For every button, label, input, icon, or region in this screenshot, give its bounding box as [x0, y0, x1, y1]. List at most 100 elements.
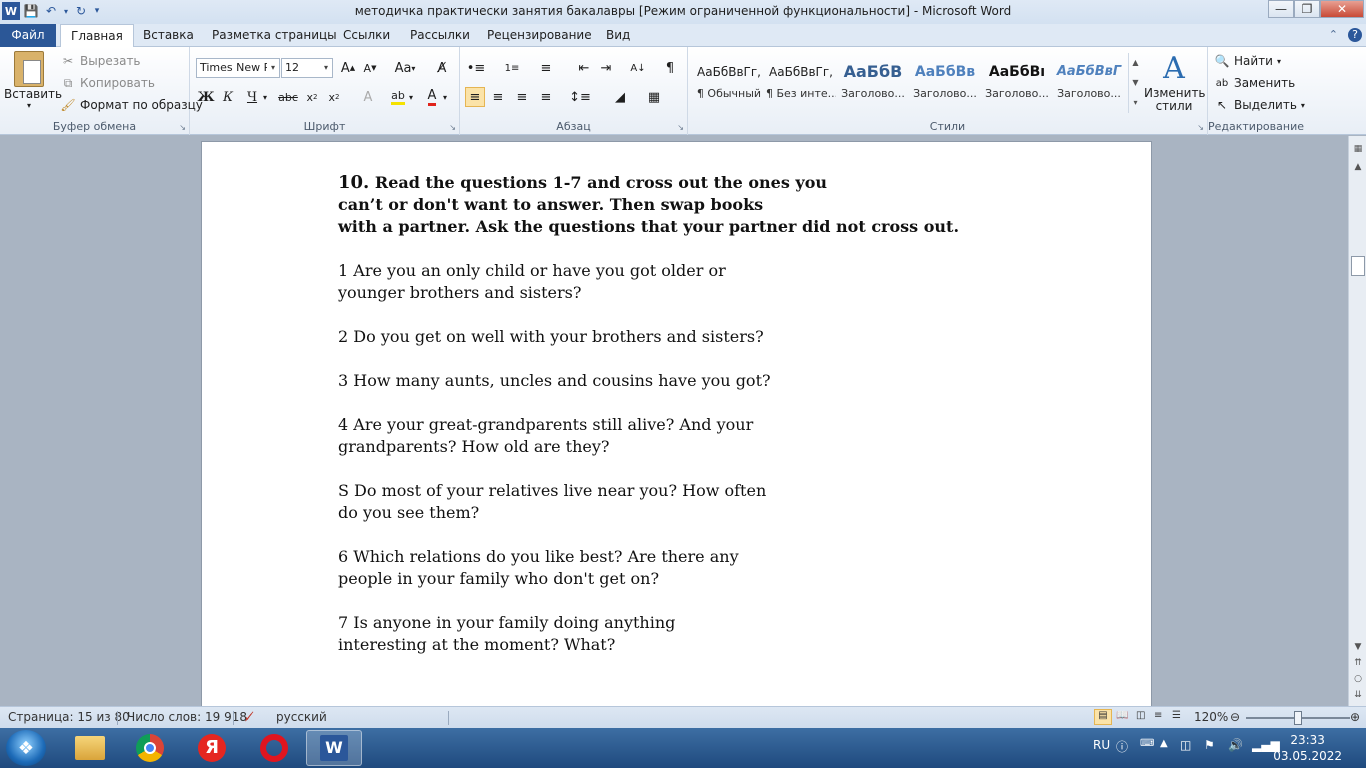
taskbar-opera[interactable] [246, 730, 302, 766]
style-normal[interactable]: АаБбВвГг, ¶ Обычный [694, 57, 764, 113]
language-indicator-tray[interactable]: RU [1093, 738, 1110, 752]
text-effects-icon[interactable]: A [358, 87, 378, 107]
help-tray-icon[interactable]: ⓘ [1116, 738, 1128, 755]
justify-icon[interactable]: ≡ [536, 87, 556, 107]
scroll-down-icon[interactable]: ▼ [1351, 640, 1365, 654]
next-page-icon[interactable]: ⇊ [1351, 688, 1365, 702]
proofing-icon[interactable]: ✓̸ [244, 710, 254, 724]
style-heading-1[interactable]: АаБбВ Заголово... [838, 57, 908, 113]
superscript-icon[interactable]: x2 [324, 87, 344, 107]
find-button[interactable]: 🔍 Найти ▾ [1214, 53, 1281, 69]
scroll-up-icon[interactable]: ▲ [1351, 160, 1365, 174]
tab-view[interactable]: Вид [596, 24, 640, 47]
bullets-icon[interactable]: •≡ [466, 58, 486, 78]
replace-button[interactable]: ab Заменить [1214, 75, 1295, 91]
language-indicator[interactable]: русский [276, 710, 327, 724]
change-styles-button[interactable]: A Изменить стили [1144, 51, 1206, 113]
font-size-combo[interactable]: 12 ▾ [281, 58, 333, 78]
outline-icon[interactable]: ≡ [1154, 710, 1162, 721]
show-formatting-icon[interactable]: ¶ [660, 58, 680, 78]
minimize-ribbon-icon[interactable]: ⌃ [1329, 28, 1338, 42]
select-button[interactable]: ↖ Выделить ▾ [1214, 97, 1305, 113]
tab-mailings[interactable]: Рассылки [400, 24, 480, 47]
highlight-icon[interactable]: ab [388, 87, 408, 107]
word-count[interactable]: Число слов: 19 918 [127, 710, 247, 724]
style-heading-2[interactable]: АаБбВв Заголово... [910, 57, 980, 113]
copy-button[interactable]: ⧉ Копировать [60, 75, 155, 91]
taskbar-yandex[interactable]: Я [184, 730, 240, 766]
web-layout-icon[interactable]: ◫ [1136, 710, 1145, 721]
align-left-icon[interactable]: ≡ [465, 87, 485, 107]
zoom-level[interactable]: 120% [1194, 710, 1228, 724]
paragraph-launcher-icon[interactable]: ↘ [677, 123, 684, 132]
style-heading-4[interactable]: АаБбВвГ Заголово... [1054, 57, 1124, 113]
shrink-font-icon[interactable]: A ▼ [360, 58, 380, 78]
start-button[interactable]: ❖ [6, 730, 46, 766]
strikethrough-icon[interactable]: abc [278, 87, 298, 107]
italic-icon[interactable]: К [218, 87, 238, 107]
full-screen-reading-icon[interactable]: 📖 [1116, 710, 1128, 721]
sort-icon[interactable]: A↓ [628, 58, 648, 78]
line-spacing-icon[interactable]: ↕≡ [569, 87, 591, 107]
tab-references[interactable]: Ссылки [333, 24, 400, 47]
maximize-button[interactable]: ❐ [1294, 0, 1320, 18]
change-case-icon[interactable]: Aa ▾ [392, 58, 418, 78]
decrease-indent-icon[interactable]: ⇤ [574, 58, 594, 78]
zoom-in-icon[interactable]: ⊕ [1350, 710, 1360, 724]
clipboard-launcher-icon[interactable]: ↘ [179, 123, 186, 132]
zoom-slider-thumb[interactable] [1294, 711, 1302, 725]
grow-font-icon[interactable]: A ▲ [338, 58, 358, 78]
multilevel-list-icon[interactable]: ≡ [536, 58, 556, 78]
zoom-out-icon[interactable]: ⊖ [1230, 710, 1240, 724]
tab-insert[interactable]: Вставка [133, 24, 204, 47]
show-hidden-icons[interactable]: ▲ [1160, 738, 1168, 749]
close-button[interactable]: ✕ [1320, 0, 1364, 18]
document-body[interactable]: 10. Read the questions 1-7 and cross out… [338, 172, 959, 656]
shading-icon[interactable]: ◢ [610, 87, 630, 107]
style-no-spacing[interactable]: АаБбВвГг, ¶ Без инте... [766, 57, 836, 113]
print-layout-icon[interactable]: ▤ [1094, 709, 1112, 725]
scroll-thumb[interactable] [1351, 256, 1365, 276]
document-page[interactable]: 10. Read the questions 1-7 and cross out… [201, 141, 1152, 706]
vertical-scrollbar[interactable]: ▦ ▲ ▼ ⇈ ○ ⇊ [1348, 136, 1366, 706]
tab-page-layout[interactable]: Разметка страницы [202, 24, 347, 47]
font-color-icon[interactable]: A [422, 87, 442, 107]
bold-icon[interactable]: Ж [196, 87, 216, 107]
taskbar-chrome[interactable] [122, 730, 178, 766]
style-heading-3[interactable]: АаБбВı Заголово... [982, 57, 1052, 113]
tab-file[interactable]: Файл [0, 24, 56, 47]
paste-button[interactable]: Вставить ▾ [4, 51, 62, 110]
taskbar-word[interactable]: W [306, 730, 362, 766]
tab-home[interactable]: Главная [60, 24, 134, 48]
previous-page-icon[interactable]: ⇈ [1351, 656, 1365, 670]
page-indicator[interactable]: Страница: 15 из 80 [8, 710, 130, 724]
minimize-button[interactable]: — [1268, 0, 1294, 18]
styles-launcher-icon[interactable]: ↘ [1197, 123, 1204, 132]
volume-tray-icon[interactable]: 🔊 [1228, 738, 1243, 752]
subscript-icon[interactable]: x2 [302, 87, 322, 107]
device-tray-icon[interactable]: ◫ [1180, 738, 1191, 752]
highlight-dropdown-icon[interactable]: ▾ [406, 87, 416, 107]
keyboard-tray-icon[interactable]: ⌨ [1140, 738, 1154, 749]
taskbar-explorer[interactable] [62, 730, 118, 766]
borders-icon[interactable]: ▦ [644, 87, 664, 107]
increase-indent-icon[interactable]: ⇥ [596, 58, 616, 78]
underline-icon[interactable]: Ч [242, 87, 262, 107]
font-launcher-icon[interactable]: ↘ [449, 123, 456, 132]
align-center-icon[interactable]: ≡ [488, 87, 508, 107]
font-color-dropdown-icon[interactable]: ▾ [440, 87, 450, 107]
draft-icon[interactable]: ☰ [1172, 710, 1181, 721]
help-icon[interactable]: ? [1348, 28, 1362, 42]
flag-tray-icon[interactable]: ⚑ [1204, 738, 1215, 752]
format-painter-button[interactable]: 🖌 Формат по образцу [60, 97, 203, 113]
system-clock[interactable]: 23:33 03.05.2022 [1273, 732, 1342, 764]
align-right-icon[interactable]: ≡ [512, 87, 532, 107]
underline-dropdown-icon[interactable]: ▾ [260, 87, 270, 107]
clear-formatting-icon[interactable]: A̸ [432, 58, 452, 78]
view-ruler-icon[interactable]: ▦ [1351, 142, 1365, 156]
tab-review[interactable]: Рецензирование [477, 24, 602, 47]
numbering-icon[interactable]: 1≡ [502, 58, 522, 78]
font-name-combo[interactable]: Times New Ro ▾ [196, 58, 280, 78]
styles-scroll-icons[interactable]: ▲ ▼ ▾ [1128, 53, 1142, 113]
browse-object-icon[interactable]: ○ [1351, 672, 1365, 686]
